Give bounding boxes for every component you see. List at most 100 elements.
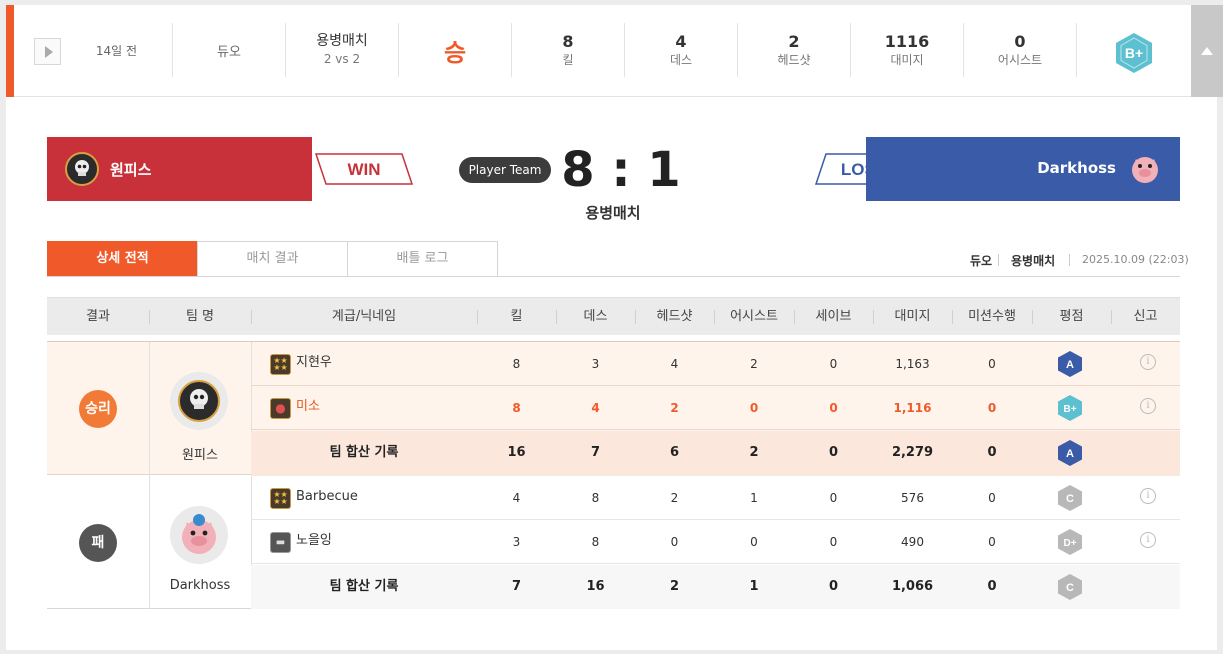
- team-total-label: 팀 합산 기록: [329, 579, 399, 594]
- cell-mission: 0: [987, 579, 997, 594]
- grade-hex-icon: B+: [1113, 31, 1155, 75]
- team-emblem-circle: [170, 506, 228, 564]
- skull-emblem-icon: [65, 152, 99, 186]
- svg-text:D+: D+: [1063, 538, 1076, 549]
- player-row[interactable]: ★★ ★★ 지현우 8 3 4 2 0 1,163 0 A i: [251, 342, 1180, 386]
- cell-assist: 2: [750, 357, 758, 371]
- player-nickname[interactable]: 미소: [296, 386, 320, 428]
- play-replay-icon[interactable]: [34, 38, 61, 65]
- win-label: WIN: [347, 160, 380, 179]
- cell-death: 8: [591, 491, 600, 505]
- stat-label: 데스: [669, 52, 693, 67]
- report-info-icon[interactable]: i: [1140, 398, 1156, 414]
- match-result: 승: [443, 38, 467, 67]
- team-name: Darkhoss: [169, 578, 231, 593]
- cell-headshot: 2: [669, 579, 680, 594]
- cell-damage: 1,066: [891, 579, 934, 594]
- meta-queue: 듀오: [970, 254, 993, 268]
- match-summary-bar[interactable]: 14일 전 듀오 용병매치 2 vs 2 승 8 킬 4 데스 2 헤드샷 11…: [6, 5, 1223, 97]
- meta-datetime: 2025.10.09 (22:03): [1082, 253, 1189, 266]
- tab-match-result[interactable]: 매치 결과: [197, 241, 348, 277]
- team-group-win: 승리 원피스 ★★ ★★ 지현우 8 3 4 2 0 1,163 0 A i ● …: [47, 341, 1180, 476]
- cell-damage: 2,279: [891, 445, 934, 460]
- cell-kill: 8: [512, 401, 521, 415]
- th-report: 신고: [1133, 309, 1158, 324]
- grade-hex-icon: C: [1058, 485, 1082, 511]
- svg-text:A: A: [1066, 448, 1074, 460]
- cell-assist: 0: [749, 401, 759, 415]
- cell-assist: 2: [749, 445, 759, 460]
- cell-mission: 0: [988, 535, 996, 549]
- match-mode-sub: 2 vs 2: [323, 52, 361, 66]
- losing-team-banner: Darkhoss: [866, 137, 1180, 201]
- th-death: 데스: [583, 309, 608, 324]
- stat-value: 8: [562, 31, 574, 51]
- tab-battle-log[interactable]: 배틀 로그: [347, 241, 498, 277]
- report-info-icon[interactable]: i: [1140, 488, 1156, 504]
- report-info-icon[interactable]: i: [1140, 532, 1156, 548]
- cell-mission: 0: [987, 445, 997, 460]
- player-row[interactable]: ★★ ★★ Barbecue 4 8 2 1 0 576 0 C i: [251, 476, 1180, 520]
- time-ago: 14일 전: [95, 43, 138, 58]
- cell-headshot: 2: [670, 491, 679, 505]
- win-accent-strip: [6, 5, 14, 97]
- stat-assist: 0 어시스트: [964, 23, 1077, 77]
- cell-mission: 0: [988, 491, 996, 505]
- queue-cell: 듀오: [173, 23, 286, 77]
- stat-label: 헤드샷: [777, 52, 811, 67]
- th-nickname: 계급/닉네임: [331, 309, 397, 324]
- cell-headshot: 6: [669, 445, 680, 460]
- cell-assist: 0: [750, 535, 758, 549]
- th-assist: 어시스트: [730, 309, 778, 324]
- cell-damage: 1,163: [895, 357, 930, 371]
- cell-save: 0: [829, 401, 838, 415]
- report-info-icon[interactable]: i: [1140, 354, 1156, 370]
- th-grade: 평점: [1059, 309, 1084, 324]
- cell-death: 4: [591, 401, 600, 415]
- winning-team-banner: 원피스: [47, 137, 312, 201]
- grade-hex-icon: D+: [1058, 529, 1082, 555]
- cell-headshot: 4: [670, 357, 679, 371]
- cell-save: 0: [829, 491, 838, 505]
- grade-hex-icon: A: [1058, 351, 1082, 377]
- meta-divider: [998, 254, 999, 266]
- mode-cell: 용병매치 2 vs 2: [286, 23, 399, 77]
- stat-value: 2: [788, 31, 800, 51]
- pig-emblem-icon: [182, 514, 216, 554]
- th-damage: 대미지: [894, 309, 931, 324]
- stat-death: 4 데스: [625, 23, 738, 77]
- match-mode: 용병매치: [316, 33, 368, 49]
- rank-icon: ●: [270, 398, 291, 419]
- meta-divider: [1069, 254, 1070, 266]
- cell-save: 0: [829, 357, 838, 371]
- svg-text:C: C: [1066, 582, 1074, 594]
- cell-assist: 1: [749, 579, 759, 594]
- collapse-chevron-up-icon[interactable]: [1191, 5, 1223, 97]
- svg-text:B+: B+: [1063, 404, 1076, 415]
- right-team-name: Darkhoss: [1037, 159, 1116, 177]
- th-result: 결과: [86, 309, 110, 324]
- player-row-highlighted[interactable]: ● 미소 8 4 2 0 0 1,116 0 B+ i: [251, 386, 1180, 430]
- result-cell: 승: [399, 23, 512, 77]
- time-ago-cell: 14일 전: [61, 23, 173, 77]
- cell-headshot: 0: [670, 535, 679, 549]
- tab-detail-record[interactable]: 상세 전적: [47, 241, 198, 277]
- stat-label: 대미지: [890, 52, 924, 67]
- meta-mode: 용병매치: [1011, 254, 1056, 268]
- win-badge: WIN: [314, 153, 414, 185]
- rank-icon: ★★ ★★: [270, 354, 291, 375]
- stat-headshot: 2 헤드샷: [738, 23, 851, 77]
- grade-hex-icon: B+: [1058, 395, 1082, 421]
- player-nickname[interactable]: 지현우: [296, 342, 332, 384]
- cell-mission: 0: [987, 401, 997, 415]
- cell-damage: 576: [901, 491, 924, 505]
- player-row[interactable]: ▬ 노을잉 3 8 0 0 0 490 0 D+ i: [251, 520, 1180, 564]
- pig-emblem-icon: [1132, 157, 1158, 183]
- stat-value: 0: [1014, 31, 1026, 51]
- player-nickname[interactable]: Barbecue: [296, 476, 358, 518]
- cell-damage: 490: [901, 535, 924, 549]
- stats-table-header: 결과 팀 명 계급/닉네임 킬 데스 헤드샷 어시스트 세이브 대미지 미션수행…: [47, 297, 1180, 335]
- svg-text:A: A: [1066, 359, 1074, 371]
- player-nickname[interactable]: 노을잉: [296, 520, 332, 562]
- cell-headshot: 2: [670, 401, 679, 415]
